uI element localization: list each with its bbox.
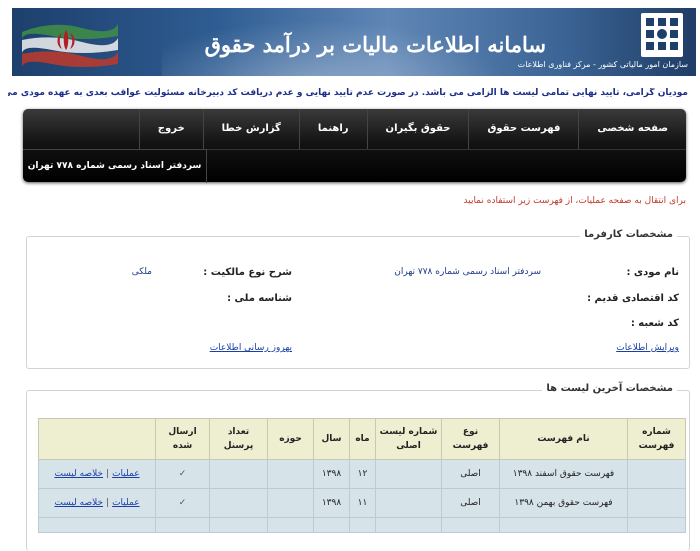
app-title: سامانه اطلاعات مالیات بر درآمد حقوق — [204, 32, 546, 57]
column-header: ماه — [349, 418, 376, 460]
nav-row: صفحه شخصی فهرست حقوق حقوق بگیران راهنما … — [138, 109, 686, 149]
old-economic-code-label: کد اقتصادی قدیم : — [587, 293, 679, 304]
table-row: فهرست حقوق اسفند ۱۳۹۸ اصلی ۱۲ ۱۳۹۸ ✓ عمل… — [38, 459, 686, 489]
column-header: حوزه — [267, 418, 314, 460]
area-cell — [267, 459, 314, 489]
column-header: شماره لیست اصلی — [375, 418, 442, 460]
list-type-cell: اصلی — [441, 459, 500, 489]
nav-item-help[interactable]: راهنما — [298, 109, 367, 149]
employer-panel: مشخصات کارفرما نام مودی : سردفتر اسناد ر… — [26, 229, 690, 369]
staff-count-cell — [209, 459, 268, 489]
nav-item-personal-page[interactable]: صفحه شخصی — [578, 109, 686, 149]
empty-cell — [375, 517, 442, 533]
list-type-cell: اصلی — [441, 488, 500, 518]
empty-cell — [627, 517, 686, 533]
nav-item-employees[interactable]: حقوق بگیران — [366, 109, 469, 149]
lists-legend: مشخصات آخرین لیست ها — [542, 383, 677, 394]
summary-link[interactable]: خلاصه لیست — [54, 469, 103, 479]
employer-legend: مشخصات کارفرما — [580, 229, 677, 240]
area-cell — [267, 488, 314, 518]
year-cell: ۱۳۹۸ — [313, 459, 350, 489]
separator: | — [106, 469, 110, 479]
taxpayer-name-label: نام مودی : — [626, 267, 679, 278]
national-id-label: شناسه ملی : — [227, 293, 292, 304]
month-cell: ۱۱ — [349, 488, 376, 518]
summary-link[interactable]: خلاصه لیست — [54, 498, 103, 508]
empty-cell — [441, 517, 500, 533]
operations-link[interactable]: عملیات — [112, 498, 139, 508]
iran-emblem-icon — [22, 24, 118, 68]
month-cell: ۱۲ — [349, 459, 376, 489]
column-header: تعداد پرسنل — [209, 418, 268, 460]
year-cell: ۱۳۹۸ — [313, 488, 350, 518]
empty-cell — [499, 517, 628, 533]
taxpayer-name-value: سردفتر اسناد رسمی شماره ۷۷۸ تهران — [394, 267, 541, 277]
main-nav: صفحه شخصی فهرست حقوق حقوق بگیران راهنما … — [23, 109, 686, 183]
check-icon: ✓ — [178, 498, 187, 508]
list-number-cell — [627, 459, 686, 489]
sent-cell: ✓ — [155, 488, 210, 518]
actions-cell: عملیات|خلاصه لیست — [38, 459, 156, 489]
column-header — [38, 418, 156, 460]
separator: | — [106, 498, 110, 508]
empty-cell — [267, 517, 314, 533]
lists-panel: مشخصات آخرین لیست ها شماره فهرست نام فهر… — [26, 383, 690, 551]
notice-text: مودیان گرامی، تایید نهایی تمامی لیست ها … — [8, 88, 688, 98]
original-list-cell — [375, 488, 442, 518]
nav-office-name: سردفتر اسناد رسمی شماره ۷۷۸ تهران — [23, 149, 207, 183]
table-header-row: شماره فهرست نام فهرست نوع فهرست شماره لی… — [38, 418, 686, 460]
list-number-cell — [627, 488, 686, 518]
empty-cell — [155, 517, 210, 533]
redirect-hint: برای انتقال به صفحه عملیات، از فهرست زیر… — [463, 196, 687, 206]
staff-count-cell — [209, 488, 268, 518]
table-row — [38, 517, 686, 533]
list-name-cell: فهرست حقوق اسفند ۱۳۹۸ — [499, 459, 628, 489]
header-banner: سامانه اطلاعات مالیات بر درآمد حقوق سازم… — [12, 8, 696, 76]
edit-info-link[interactable]: ویرایش اطلاعات — [616, 343, 679, 353]
column-header: نام فهرست — [499, 418, 628, 460]
nav-item-salary-list[interactable]: فهرست حقوق — [468, 109, 578, 149]
actions-cell: عملیات|خلاصه لیست — [38, 488, 156, 518]
column-header: ارسال شده — [155, 418, 210, 460]
empty-cell — [349, 517, 376, 533]
empty-cell — [209, 517, 268, 533]
empty-cell — [38, 517, 156, 533]
column-header: سال — [313, 418, 350, 460]
original-list-cell — [375, 459, 442, 489]
nav-divider — [206, 149, 686, 150]
list-name-cell: فهرست حقوق بهمن ۱۳۹۸ — [499, 488, 628, 518]
ownership-label: شرح نوع مالکیت : — [203, 267, 292, 278]
table-row: فهرست حقوق بهمن ۱۳۹۸ اصلی ۱۱ ۱۳۹۸ ✓ عملی… — [38, 488, 686, 518]
empty-cell — [313, 517, 350, 533]
check-icon: ✓ — [178, 469, 187, 479]
tax-organization-logo-icon — [641, 13, 683, 57]
operations-link[interactable]: عملیات — [112, 469, 139, 479]
column-header: شماره فهرست — [627, 418, 686, 460]
lists-table: شماره فهرست نام فهرست نوع فهرست شماره لی… — [38, 418, 686, 533]
logo-caption: سازمان امور مالیاتی کشور - مرکز فناوری ا… — [517, 60, 688, 69]
column-header: نوع فهرست — [441, 418, 500, 460]
nav-item-logout[interactable]: خروج — [138, 109, 203, 149]
branch-code-label: کد شعبه : — [630, 318, 679, 329]
update-info-link[interactable]: بهروز رسانی اطلاعات — [210, 343, 292, 353]
nav-item-error-report[interactable]: گزارش خطا — [202, 109, 299, 149]
sent-cell: ✓ — [155, 459, 210, 489]
ownership-value: ملکی — [131, 267, 152, 277]
